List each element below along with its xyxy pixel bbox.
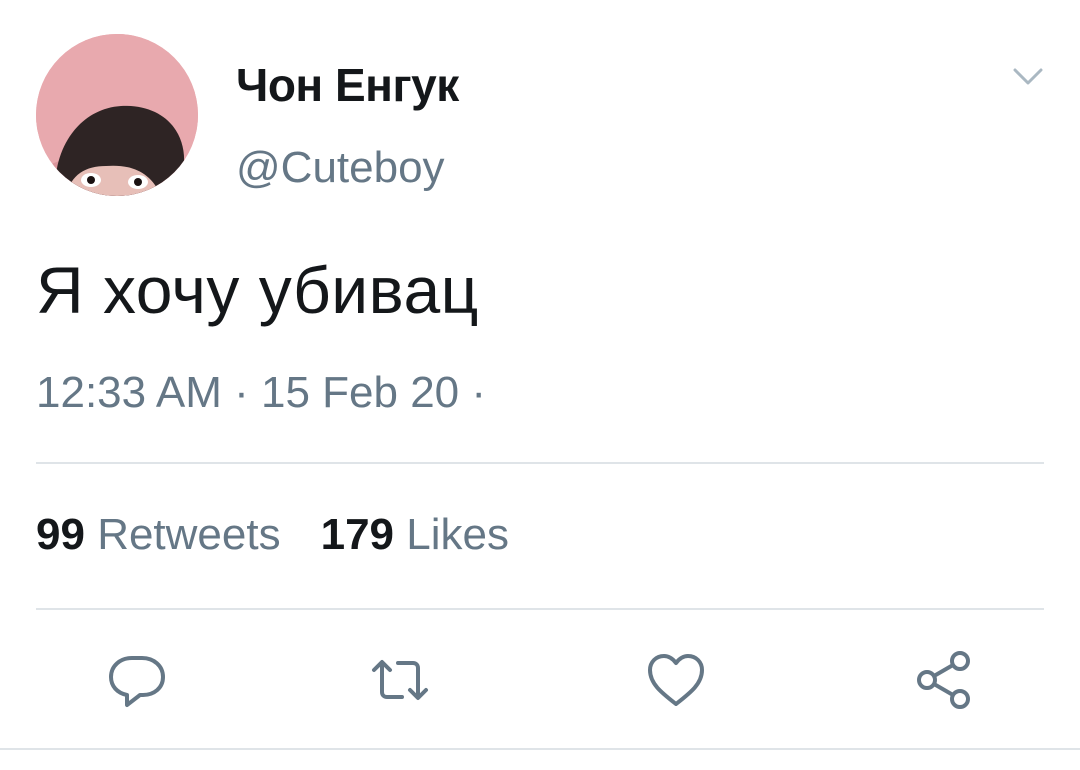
engagement-stats: 99 Retweets 179 Likes xyxy=(36,510,509,560)
share-button[interactable] xyxy=(912,648,976,712)
chevron-down-icon[interactable] xyxy=(1010,62,1046,92)
likes-count: 179 xyxy=(320,510,395,559)
reply-icon xyxy=(109,656,165,707)
like-button[interactable] xyxy=(644,648,708,712)
retweets-label: Retweets xyxy=(97,510,281,559)
divider xyxy=(0,748,1080,750)
retweet-icon xyxy=(372,660,428,700)
user-handle[interactable]: @Cuteboy xyxy=(236,143,445,193)
heart-icon xyxy=(648,654,704,706)
likes-label: Likes xyxy=(406,510,509,559)
avatar[interactable] xyxy=(36,34,198,196)
retweets-stat[interactable]: 99 Retweets xyxy=(36,510,281,560)
display-name[interactable]: Чон Енгук xyxy=(236,58,459,112)
likes-stat[interactable]: 179 Likes xyxy=(321,510,509,560)
tweet-text: Я хочу убивац xyxy=(36,253,479,327)
tweet-timestamp[interactable]: 12:33 AM · 15 Feb 20 · xyxy=(36,368,486,418)
divider xyxy=(36,608,1044,610)
share-icon xyxy=(917,651,970,709)
reply-button[interactable] xyxy=(105,648,169,712)
retweet-button[interactable] xyxy=(368,648,432,712)
divider xyxy=(36,462,1044,464)
retweets-count: 99 xyxy=(36,510,85,559)
tweet-card: Чон Енгук @Cuteboy Я хочу убивац 12:33 A… xyxy=(0,0,1080,770)
